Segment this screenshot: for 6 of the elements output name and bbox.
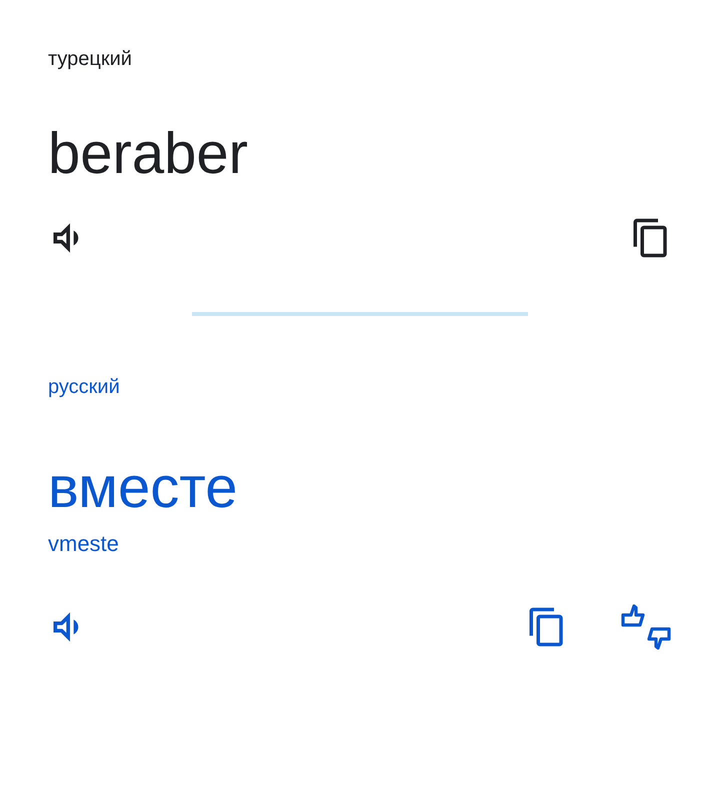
translation-text: вместе <box>48 454 238 522</box>
target-language: русский <box>48 376 120 399</box>
transliteration: vmeste <box>48 531 119 558</box>
source-text: beraber <box>48 121 248 188</box>
source-language: турецкий <box>48 48 132 71</box>
thumbs-icon[interactable] <box>620 603 672 652</box>
